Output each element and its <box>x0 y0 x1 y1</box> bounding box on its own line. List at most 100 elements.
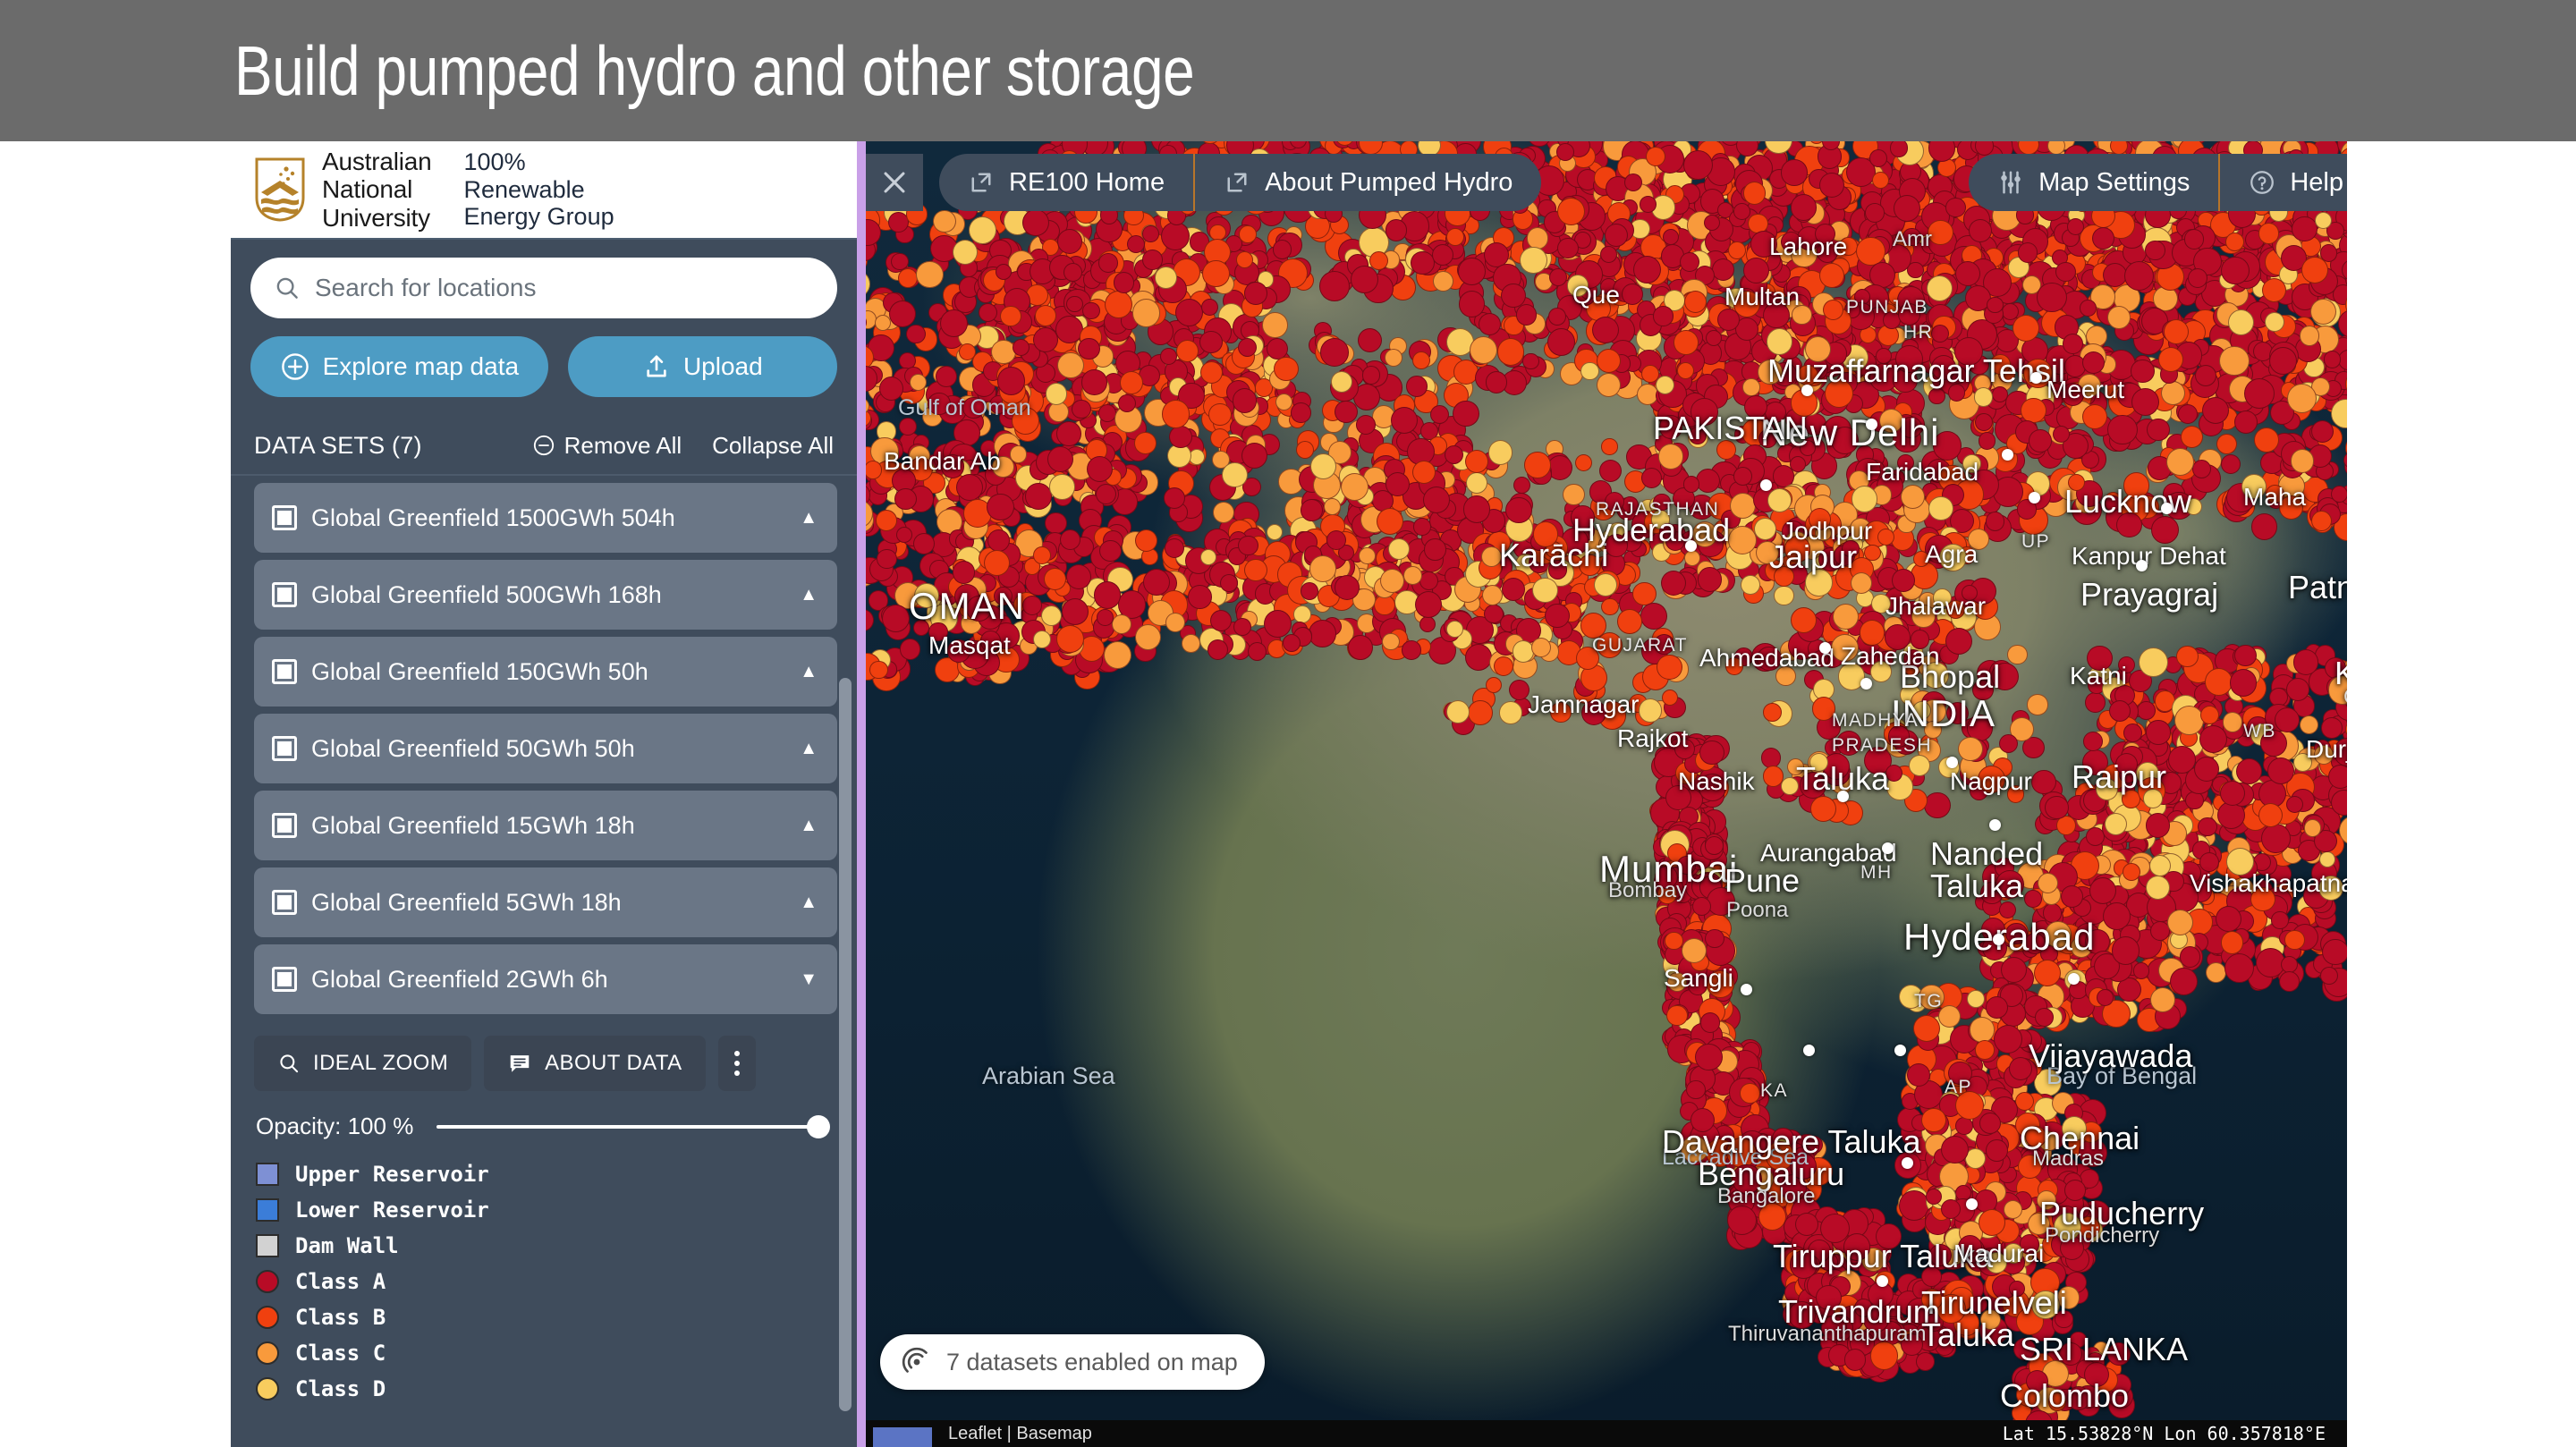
brand-header: Australian National University 100% Rene… <box>231 141 857 240</box>
map-toolbar-button[interactable]: Map Settings <box>1969 154 2218 211</box>
map-place-label: Lahore <box>1769 233 1848 260</box>
map-place-label: Rajkot <box>1617 724 1689 752</box>
datasets-header-actions: Remove All Collapse All <box>532 432 834 460</box>
dataset-caret-icon[interactable]: ▲ <box>800 509 818 527</box>
dataset-label: Global Greenfield 50GWh 50h <box>311 734 635 762</box>
help-circle-icon <box>2250 171 2275 194</box>
dataset-caret-icon[interactable]: ▲ <box>800 586 818 604</box>
dataset-caret-icon[interactable]: ▲ <box>800 817 818 834</box>
search-icon <box>280 1054 299 1073</box>
collapse-all-label: Collapse All <box>712 431 834 459</box>
map-sea-label: Arabian Sea <box>982 1062 1115 1089</box>
dataset-item[interactable]: Global Greenfield 50GWh 50h ▲ <box>254 714 837 783</box>
map-toolbar-link-label: RE100 Home <box>1009 167 1165 197</box>
dataset-label: Global Greenfield 2GWh 6h <box>311 965 608 993</box>
panel-map-divider[interactable] <box>857 141 866 1447</box>
legend-swatch <box>256 1234 279 1257</box>
datasets-count-label: DATA SETS (7) <box>254 431 422 459</box>
map-toolbar-link[interactable]: About Pumped Hydro <box>1195 154 1541 211</box>
map-toolbar-button[interactable]: Help <box>2220 154 2347 211</box>
search-input[interactable] <box>315 274 814 302</box>
upload-button[interactable]: Upload <box>567 336 837 397</box>
dataset-item[interactable]: Global Greenfield 5GWh 18h ▲ <box>254 867 837 937</box>
dataset-item[interactable]: Global Greenfield 2GWh 6h ▼ <box>254 944 837 1014</box>
map-place-label: MADHYA <box>1832 710 1919 731</box>
map-place-label: Kanpur Dehat <box>2072 542 2226 570</box>
dataset-caret-icon[interactable]: ▼ <box>800 970 818 988</box>
opacity-slider-track <box>436 1124 826 1129</box>
map-place-label: Bangalore <box>1717 1184 1816 1208</box>
opacity-slider[interactable] <box>436 1114 830 1139</box>
map-city-dot <box>2136 560 2148 571</box>
ideal-zoom-button[interactable]: IDEAL ZOOM <box>254 1036 472 1091</box>
map-toolbar-right: Map Settings Help <box>1969 154 2347 211</box>
attribution-left[interactable]: Leaflet | Basemap <box>948 1424 1092 1444</box>
map-city-dot <box>1894 1045 1906 1056</box>
dataset-checkbox[interactable] <box>272 505 297 530</box>
dataset-caret-icon[interactable]: ▲ <box>800 740 818 757</box>
dataset-item[interactable]: Global Greenfield 15GWh 18h ▲ <box>254 791 837 860</box>
map-city-dot <box>1966 1198 1978 1210</box>
university-line-2: National <box>322 175 413 204</box>
dataset-item[interactable]: Global Greenfield 500GWh 168h ▲ <box>254 560 837 630</box>
datasets-enabled-pill: 7 datasets enabled on map <box>880 1334 1265 1390</box>
about-data-button[interactable]: ABOUT DATA <box>484 1036 706 1091</box>
close-panel-button[interactable] <box>866 154 923 211</box>
dataset-label: Global Greenfield 1500GWh 504h <box>311 503 675 531</box>
dataset-item[interactable]: Global Greenfield 150GWh 50h ▲ <box>254 637 837 707</box>
explore-map-data-label: Explore map data <box>322 352 520 380</box>
map-city-dot <box>1760 479 1772 491</box>
search-box[interactable] <box>250 258 837 318</box>
anu-shield-icon <box>255 157 305 222</box>
university-line-1: Australian <box>322 148 432 176</box>
map-place-label: Poona <box>1726 898 1789 922</box>
map-city-dot <box>1866 419 1877 430</box>
dataset-checkbox[interactable] <box>272 736 297 761</box>
upload-label: Upload <box>682 352 763 380</box>
map-sea-label: Gulf of Oman <box>898 395 1031 420</box>
sliders-icon <box>2001 171 2021 194</box>
map-place-label: PAKISTAN <box>1653 410 1808 446</box>
remove-all-button[interactable]: Remove All <box>532 432 682 460</box>
map-place-label: Agra <box>1925 540 1979 568</box>
explore-map-data-button[interactable]: Explore map data <box>250 336 548 397</box>
sidebar-scrollbar[interactable] <box>839 678 852 1411</box>
map-place-label: Sangli <box>1664 964 1733 992</box>
right-gutter <box>2347 141 2576 1447</box>
dataset-caret-icon[interactable]: ▲ <box>800 663 818 681</box>
collapse-all-button[interactable]: Collapse All <box>712 432 834 460</box>
map-place-label: Hyderabad <box>1572 512 1731 548</box>
map-city-dot <box>2161 503 2173 514</box>
map-place-label: Raipur <box>2072 758 2167 795</box>
datasets-enabled-label: 7 datasets enabled on map <box>946 1348 1238 1375</box>
legend-label: Lower Reservoir <box>295 1197 489 1223</box>
map-place-label: Thiruvananthapuram <box>1728 1322 1927 1346</box>
dataset-checkbox[interactable] <box>272 967 297 992</box>
dataset-checkbox[interactable] <box>272 582 297 607</box>
map-link-group: RE100 Home About Pumped Hydro <box>939 154 1542 211</box>
legend-label: Class A <box>295 1269 386 1294</box>
dataset-caret-icon[interactable]: ▲ <box>800 893 818 911</box>
datasets-list: Global Greenfield 1500GWh 504h ▲ Global Gr… <box>231 476 857 1014</box>
map-place-label: Nagpur <box>1950 767 2032 795</box>
map-canvas[interactable]: Gulf of Oman Arabian Sea Bay of Bengal Lacc… <box>866 141 2347 1447</box>
university-name: Australian National University <box>322 148 432 231</box>
map-city-dot <box>1860 678 1872 690</box>
dataset-item[interactable]: Global Greenfield 1500GWh 504h ▲ <box>254 483 837 553</box>
map-place-label: Pune <box>1724 862 1801 899</box>
map-place-label: MH <box>1860 862 1893 883</box>
dataset-checkbox[interactable] <box>272 890 297 915</box>
map-attribution-bar: Leaflet | Basemap Lat 15.53828°N Lon 60.… <box>866 1420 2347 1447</box>
opacity-slider-knob[interactable] <box>807 1114 830 1138</box>
legend-item: Class A <box>256 1264 857 1299</box>
close-icon <box>884 172 905 193</box>
legend-label: Dam Wall <box>295 1233 399 1258</box>
dataset-more-options-button[interactable] <box>717 1036 756 1091</box>
dataset-checkbox[interactable] <box>272 659 297 684</box>
legend-swatch <box>256 1163 279 1186</box>
dataset-checkbox[interactable] <box>272 813 297 838</box>
map-toolbar-link[interactable]: RE100 Home <box>939 154 1193 211</box>
group-line-1: 100% <box>463 148 526 175</box>
map-city-dot <box>1685 540 1697 552</box>
map-toolbar-button-label: Map Settings <box>2038 167 2190 197</box>
